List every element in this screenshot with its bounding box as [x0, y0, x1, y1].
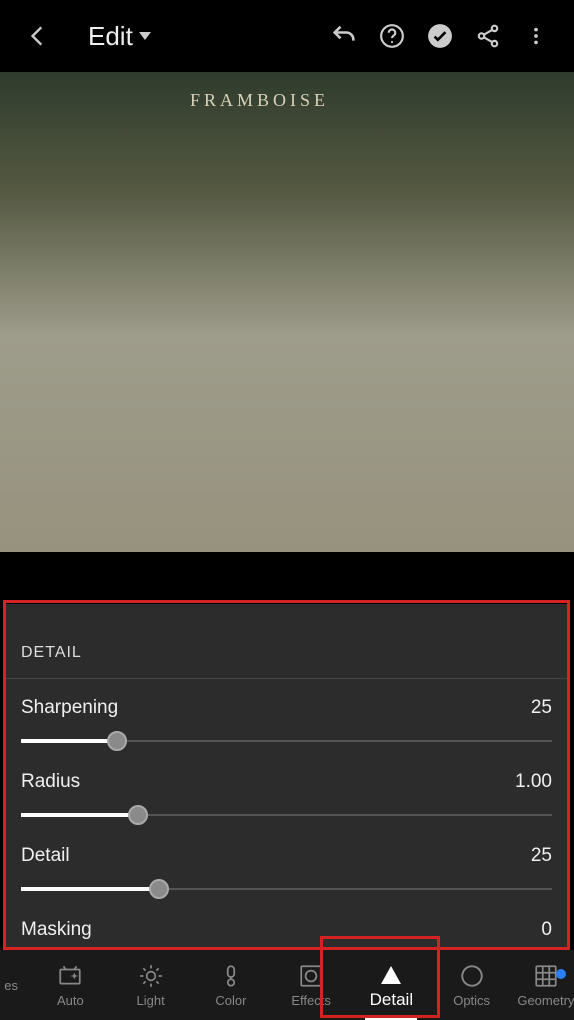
tab-color[interactable]: Color — [195, 963, 267, 1008]
slider-track[interactable] — [21, 803, 552, 827]
chevron-down-icon — [139, 32, 151, 40]
slider-track[interactable] — [21, 729, 552, 753]
detail-panel: DETAIL Sharpening 25 Radius 1.00 Detail … — [3, 604, 570, 950]
slider-detail: Detail 25 — [21, 845, 552, 901]
optics-icon — [459, 963, 485, 989]
panel-divider — [3, 678, 570, 679]
share-icon[interactable] — [468, 16, 508, 56]
tab-auto[interactable]: Auto — [34, 963, 106, 1008]
detail-triangle-icon — [378, 960, 404, 986]
tab-detail[interactable]: Detail — [355, 960, 427, 1010]
edit-dropdown[interactable]: Edit — [88, 21, 151, 52]
photo-sign-text: FRAMBOISE — [190, 90, 329, 111]
geometry-icon — [533, 963, 559, 989]
slider-value: 0 — [541, 919, 552, 941]
top-toolbar: Edit — [0, 0, 574, 72]
slider-radius: Radius 1.00 — [21, 771, 552, 827]
slider-value: 25 — [531, 697, 552, 719]
approve-check-icon[interactable] — [420, 16, 460, 56]
slider-label: Radius — [21, 771, 80, 793]
effects-icon — [298, 963, 324, 989]
photo-overlay — [0, 72, 574, 552]
tab-label: Detail — [370, 990, 413, 1010]
slider-masking: Masking 0 — [21, 919, 552, 941]
tab-label: Optics — [453, 993, 490, 1008]
slider-sharpening: Sharpening 25 — [21, 697, 552, 753]
badge-dot-icon — [556, 969, 566, 979]
tab-optics[interactable]: Optics — [436, 963, 508, 1008]
help-icon[interactable] — [372, 16, 412, 56]
tab-effects[interactable]: Effects — [275, 963, 347, 1008]
edit-label-text: Edit — [88, 21, 133, 52]
tab-light[interactable]: Light — [115, 963, 187, 1008]
tab-profiles[interactable]: es — [0, 978, 26, 993]
slider-label: Sharpening — [21, 697, 118, 719]
slider-thumb[interactable] — [149, 879, 169, 899]
slider-track[interactable] — [21, 877, 552, 901]
tab-label: Light — [137, 993, 165, 1008]
undo-icon[interactable] — [324, 16, 364, 56]
slider-value: 1.00 — [515, 771, 552, 793]
back-arrow-icon[interactable] — [18, 16, 58, 56]
slider-thumb[interactable] — [107, 731, 127, 751]
more-vert-icon[interactable] — [516, 16, 556, 56]
color-icon — [218, 963, 244, 989]
light-icon — [138, 963, 164, 989]
panel-title: DETAIL — [21, 604, 552, 678]
slider-label: Detail — [21, 845, 70, 867]
tab-geometry[interactable]: Geometry — [516, 963, 574, 1008]
tab-label: Auto — [57, 993, 84, 1008]
tab-label: Geometry — [517, 993, 574, 1008]
slider-value: 25 — [531, 845, 552, 867]
auto-icon — [57, 963, 83, 989]
tab-label: Effects — [291, 993, 331, 1008]
tab-label: es — [4, 978, 18, 993]
photo-preview[interactable]: FRAMBOISE — [0, 72, 574, 552]
slider-label: Masking — [21, 919, 92, 941]
slider-thumb[interactable] — [128, 805, 148, 825]
tab-label: Color — [215, 993, 246, 1008]
bottom-tab-bar: es Auto Light Color Effects Detail Optic… — [0, 950, 574, 1020]
